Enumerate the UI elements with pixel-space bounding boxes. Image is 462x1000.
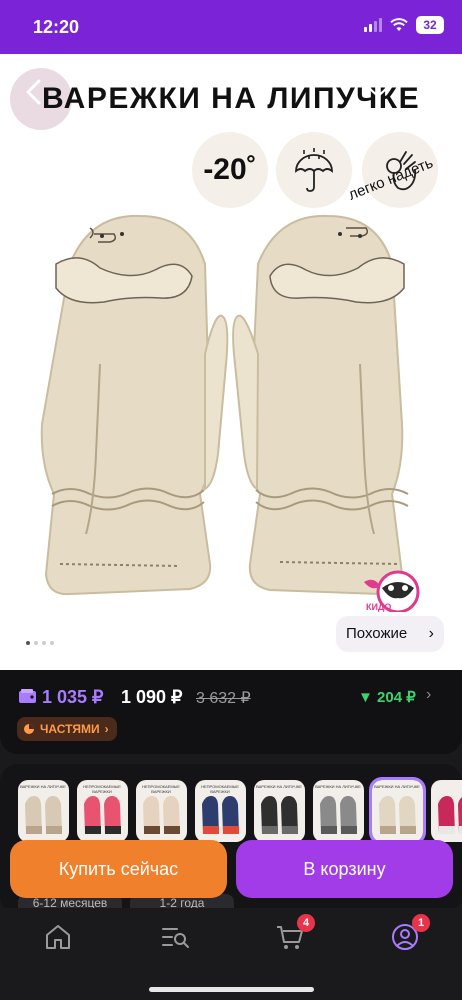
carousel-dot (26, 641, 30, 645)
status-indicators: 32 (364, 16, 444, 34)
mitten-thumbnail-image (379, 796, 416, 834)
umbrella-icon (295, 148, 333, 192)
cart-count-badge: 4 (297, 914, 315, 932)
bottom-tab-bar: 4 1 (0, 908, 462, 1000)
variant-thumbnail[interactable] (431, 780, 462, 842)
brand-logo: КИДО (364, 570, 420, 612)
similar-products-button[interactable]: Похожие › (336, 616, 444, 652)
variant-thumbnail-label: НЕПРОМОКАЕМЫЕ ВАРЕЖКИ (142, 784, 180, 794)
wallet-icon (19, 689, 36, 703)
carousel-dot (42, 641, 46, 645)
variant-thumbnail-label: ВАРЕЖКИ НА ЛИПУЧКЕ (374, 784, 420, 789)
favorite-heart-icon[interactable] (364, 72, 392, 98)
installments-button[interactable]: ЧАСТЯМИ › (17, 717, 117, 741)
buy-now-button[interactable]: Купить сейчас (10, 840, 227, 898)
profile-count-badge: 1 (412, 914, 430, 932)
mitten-thumbnail-image (438, 796, 462, 834)
status-time: 12:20 (33, 17, 80, 37)
brand-logo-text: КИДО (366, 602, 391, 612)
bonus-value: 204 ₽ (377, 689, 416, 706)
mitten-thumbnail-image (25, 796, 62, 834)
temperature-badge: -20˚ (192, 132, 268, 208)
variant-thumbnail-label: НЕПРОМОКАЕМЫЕ ВАРЕЖКИ (83, 784, 121, 794)
add-to-cart-button[interactable]: В корзину (236, 840, 453, 898)
waterproof-badge (276, 132, 352, 208)
variant-thumbnail-label: ВАРЕЖКИ НА ЛИПУЧКЕ (256, 784, 302, 789)
mitten-thumbnail-image (202, 796, 239, 834)
chevron-right-icon[interactable]: › (426, 686, 431, 704)
pie-chart-icon (24, 724, 34, 734)
catalog-search-icon (162, 928, 189, 948)
variant-thumbnails: ВАРЕЖКИ НА ЛИПУЧКЕ НЕПРОМОКАЕМЫЕ ВАРЕЖКИ Н… (18, 777, 462, 845)
tab-catalog[interactable] (160, 922, 190, 952)
mitten-thumbnail-image (84, 796, 121, 834)
variant-thumbnail[interactable]: НЕПРОМОКАЕМЫЕ ВАРЕЖКИ (136, 780, 187, 842)
wifi-icon (390, 18, 408, 31)
home-icon (46, 925, 70, 949)
tab-profile[interactable]: 1 (390, 914, 430, 952)
carousel-dot (34, 641, 38, 645)
share-icon[interactable] (420, 72, 446, 100)
chevron-right-icon: › (428, 625, 434, 642)
carousel-indicator (26, 641, 54, 645)
tab-home[interactable] (43, 922, 73, 952)
variant-thumbnail[interactable]: НЕПРОМОКАЕМЫЕ ВАРЕЖКИ (195, 780, 246, 842)
product-gallery[interactable]: ВАРЕЖКИ НА ЛИПУЧКЕ -20˚ легко надеть КИД… (0, 54, 462, 670)
variant-thumbnail[interactable]: НЕПРОМОКАЕМЫЕ ВАРЕЖКИ (77, 780, 128, 842)
battery-indicator: 32 (416, 16, 444, 34)
variant-thumbnail[interactable]: ВАРЕЖКИ НА ЛИПУЧКЕ (18, 780, 69, 842)
old-price: 3 632 ₽ (196, 690, 251, 707)
similar-products-label: Похожие (346, 625, 408, 642)
tab-cart[interactable]: 4 (275, 914, 315, 952)
carousel-dot (50, 641, 54, 645)
wallet-price: 1 035 ₽ (42, 687, 104, 707)
signal-icon (364, 18, 382, 32)
mitten-thumbnail-image (320, 796, 357, 834)
price: 1 090 ₽ (121, 687, 183, 707)
variant-thumbnail-label: ВАРЕЖКИ НА ЛИПУЧКЕ (315, 784, 361, 789)
status-bar: 12:20 32 (0, 0, 462, 54)
home-indicator (149, 987, 314, 992)
installments-label: ЧАСТЯМИ (40, 722, 100, 736)
variant-thumbnail[interactable]: ВАРЕЖКИ НА ЛИПУЧКЕ (369, 777, 426, 845)
chevron-right-icon: › (104, 722, 109, 736)
mitten-thumbnail-image (261, 796, 298, 834)
bonus-amount[interactable]: ▼ 204 ₽ (358, 688, 416, 706)
price-card: 1 035 ₽ 1 090 ₽ 3 632 ₽ ▼ 204 ₽ › ЧАСТЯМ… (0, 670, 462, 754)
variant-thumbnail[interactable]: ВАРЕЖКИ НА ЛИПУЧКЕ (254, 780, 305, 842)
variant-thumbnail-label: НЕПРОМОКАЕМЫЕ ВАРЕЖКИ (201, 784, 239, 794)
variant-thumbnail[interactable]: ВАРЕЖКИ НА ЛИПУЧКЕ (313, 780, 364, 842)
variant-thumbnail-label: ВАРЕЖКИ НА ЛИПУЧКЕ (20, 784, 66, 789)
mitten-thumbnail-image (143, 796, 180, 834)
